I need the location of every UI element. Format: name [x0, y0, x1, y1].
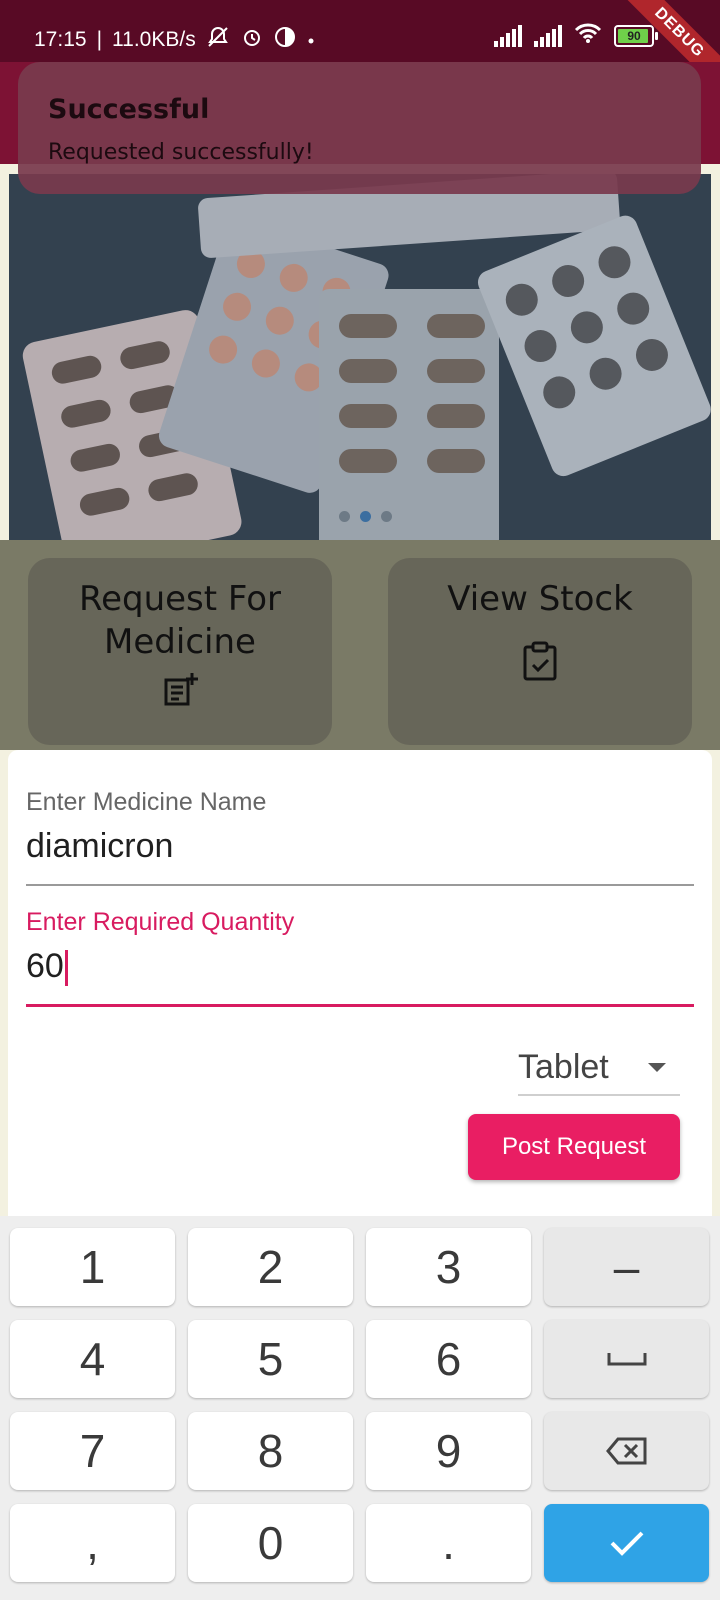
post-request-button[interactable]: Post Request — [468, 1114, 680, 1180]
network-speed: 11.0KB/s — [112, 28, 196, 51]
key-4[interactable]: 4 — [10, 1320, 175, 1398]
key-9[interactable]: 9 — [366, 1412, 531, 1490]
medicine-name-label: Enter Medicine Name — [26, 788, 267, 816]
quantity-input-wrap[interactable]: 60 — [26, 947, 694, 987]
backspace-icon — [605, 1437, 646, 1465]
post-add-icon — [164, 673, 198, 706]
medicine-name-input[interactable]: diamicron — [26, 827, 694, 866]
quantity-field[interactable]: Enter Required Quantity 60 — [26, 908, 694, 1008]
image-carousel[interactable] — [9, 174, 711, 540]
unit-dropdown[interactable]: Tablet — [518, 1040, 680, 1096]
carousel-indicator[interactable] — [339, 511, 392, 522]
key-8[interactable]: 8 — [188, 1412, 353, 1490]
success-snackbar: Successful Requested successfully! — [18, 62, 701, 194]
quantity-underline — [26, 1004, 694, 1008]
key-period[interactable]: . — [366, 1504, 531, 1582]
key-6[interactable]: 6 — [366, 1320, 531, 1398]
text-cursor — [64, 950, 68, 987]
carousel-dot[interactable] — [339, 511, 350, 522]
key-0[interactable]: 0 — [188, 1504, 353, 1582]
battery-level: 90 — [627, 28, 641, 43]
alarm-icon — [240, 25, 264, 55]
numeric-keyboard: 1 2 3 – 4 5 6 7 8 9 , 0 . — [0, 1216, 720, 1600]
status-time: 17:15 — [34, 28, 87, 51]
key-minus[interactable]: – — [544, 1228, 709, 1306]
key-3[interactable]: 3 — [366, 1228, 531, 1306]
request-medicine-button[interactable]: Request For Medicine — [28, 558, 332, 745]
medicine-name-field[interactable]: Enter Medicine Name diamicron — [26, 788, 694, 886]
clipboard-check-icon — [523, 641, 557, 681]
battery-icon: 90 — [614, 24, 658, 47]
key-2[interactable]: 2 — [188, 1228, 353, 1306]
data-saver-icon — [274, 26, 296, 54]
signal-icon-2 — [534, 24, 562, 47]
signal-icon — [494, 24, 522, 47]
medicine-name-underline — [26, 884, 694, 886]
request-medicine-label: Request For Medicine — [78, 579, 282, 662]
check-icon — [610, 1531, 643, 1556]
key-comma[interactable]: , — [10, 1504, 175, 1582]
space-bar-icon — [607, 1353, 646, 1366]
key-done[interactable] — [544, 1504, 709, 1582]
carousel-dot[interactable] — [381, 511, 392, 522]
quantity-input[interactable]: 60 — [26, 947, 64, 985]
dropdown-arrow-icon — [648, 1062, 666, 1072]
carousel-dot-active[interactable] — [360, 511, 371, 522]
status-right: 90 — [494, 22, 658, 49]
snackbar-title: Successful — [48, 94, 210, 125]
status-left: 17:15 | 11.0KB/s — [34, 25, 316, 55]
mute-icon — [206, 25, 230, 55]
wifi-icon — [574, 22, 602, 49]
snackbar-message: Requested successfully! — [48, 140, 314, 165]
key-7[interactable]: 7 — [10, 1412, 175, 1490]
status-separator: | — [96, 28, 103, 51]
medicine-photo — [9, 174, 711, 540]
status-bar: 17:15 | 11.0KB/s 90 — [0, 0, 720, 62]
view-stock-button[interactable]: View Stock — [388, 558, 692, 745]
key-5[interactable]: 5 — [188, 1320, 353, 1398]
view-stock-label: View Stock — [447, 579, 633, 619]
key-1[interactable]: 1 — [10, 1228, 175, 1306]
key-space[interactable] — [544, 1320, 709, 1398]
key-backspace[interactable] — [544, 1412, 709, 1490]
notification-dot-icon — [306, 28, 316, 52]
unit-dropdown-value: Tablet — [518, 1047, 609, 1086]
quantity-label: Enter Required Quantity — [26, 908, 295, 936]
request-form-sheet: Enter Medicine Name diamicron Enter Requ… — [8, 750, 712, 1216]
